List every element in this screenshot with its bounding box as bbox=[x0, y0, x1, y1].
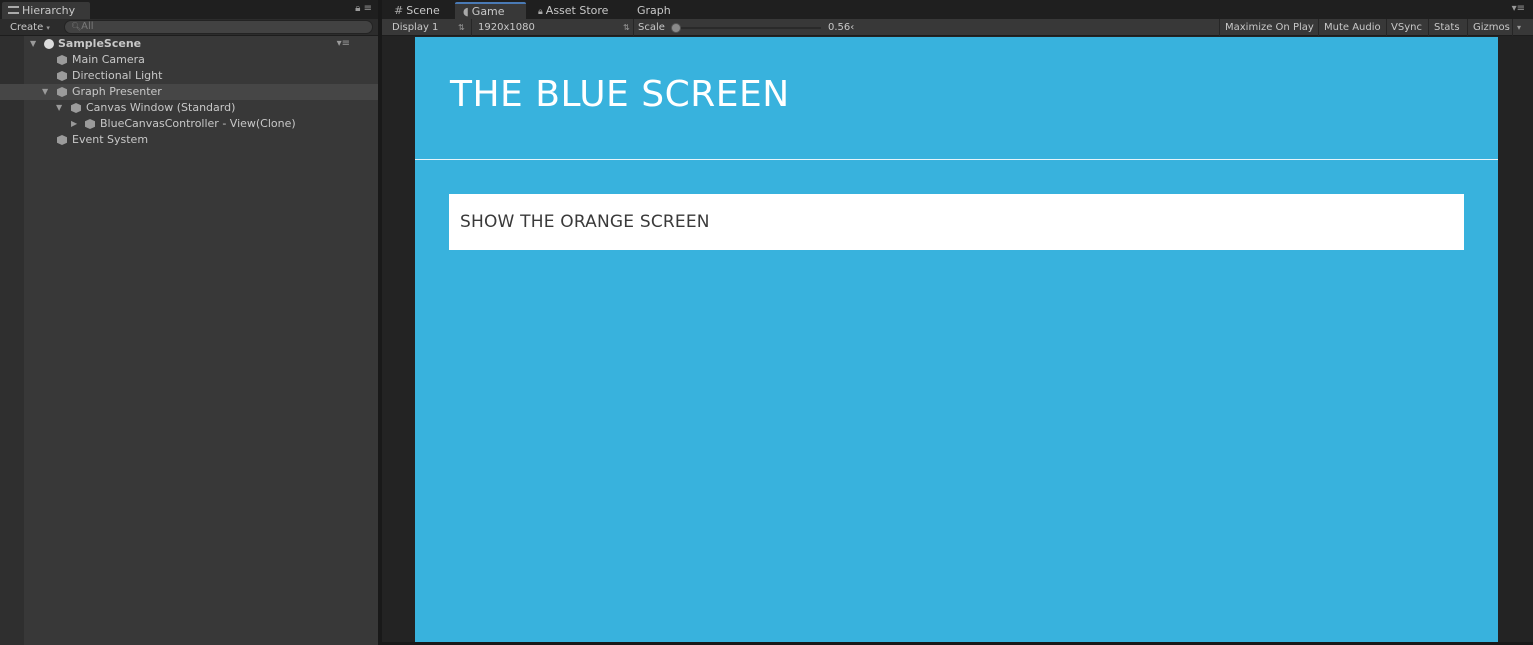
create-label: Create bbox=[10, 22, 44, 33]
tree-item-label: BlueCanvasController - View(Clone) bbox=[100, 117, 296, 130]
tree-item-label: Canvas Window (Standard) bbox=[86, 101, 236, 114]
tab-label: Scene bbox=[406, 4, 440, 17]
gameobject-icon bbox=[57, 87, 67, 97]
gizmos-dropdown[interactable]: Gizmos bbox=[1473, 19, 1510, 36]
tree-item-label: Directional Light bbox=[72, 69, 163, 82]
grid-icon: # bbox=[394, 4, 404, 17]
tree-item-label: Graph Presenter bbox=[72, 85, 162, 98]
search-placeholder: All bbox=[81, 21, 94, 32]
toolbar-separator bbox=[1467, 19, 1468, 36]
mute-audio-toggle[interactable]: Mute Audio bbox=[1324, 19, 1381, 36]
dropdown-arrow-icon: ⇅ bbox=[458, 23, 465, 32]
maximize-on-play-toggle[interactable]: Maximize On Play bbox=[1225, 19, 1314, 36]
resolution-dropdown[interactable]: 1920x1080 bbox=[478, 19, 535, 36]
tab-scene[interactable]: # Scene bbox=[386, 2, 448, 19]
gameobject-icon bbox=[57, 55, 67, 65]
gameobject-icon bbox=[85, 119, 95, 129]
hierarchy-search-input[interactable]: 🔍︎All bbox=[64, 20, 373, 34]
tab-label: Asset Store bbox=[545, 4, 609, 17]
display-dropdown[interactable]: Display 1 bbox=[392, 19, 438, 36]
scale-value: 0.56‹ bbox=[828, 22, 855, 33]
vsync-toggle[interactable]: VSync bbox=[1391, 19, 1422, 36]
hierarchy-toolbar: Create ▾ 🔍︎All bbox=[0, 19, 378, 36]
scale-label: Scale bbox=[638, 22, 665, 33]
hierarchy-tab[interactable]: Hierarchy bbox=[2, 2, 90, 19]
toolbar-separator bbox=[1386, 19, 1387, 36]
hierarchy-panel: Hierarchy 🔒︎ ≡ Create ▾ 🔍︎All ▼ SampleSc… bbox=[0, 0, 378, 645]
tab-asset-store[interactable]: 🔒︎ Asset Store bbox=[530, 2, 616, 19]
tree-item-label: Main Camera bbox=[72, 53, 145, 66]
hierarchy-tree: ▼ SampleScene ▾≡ Main Camera Directional… bbox=[0, 36, 378, 645]
show-orange-screen-button[interactable]: SHOW THE ORANGE SCREEN bbox=[449, 194, 1464, 250]
expand-arrow-icon[interactable]: ▼ bbox=[30, 36, 38, 52]
tree-item-graph-presenter[interactable]: ▼ Graph Presenter bbox=[0, 84, 378, 100]
toolbar-separator bbox=[1512, 19, 1513, 36]
expand-arrow-icon[interactable]: ▼ bbox=[56, 100, 64, 116]
dropdown-arrow-icon: ▾ bbox=[46, 24, 50, 32]
resolution-label: 1920x1080 bbox=[478, 22, 535, 33]
tab-label: Graph bbox=[637, 4, 671, 17]
toolbar-separator bbox=[1428, 19, 1429, 36]
list-icon bbox=[8, 6, 19, 14]
toolbar-separator bbox=[471, 19, 472, 36]
toolbar-separator bbox=[633, 19, 634, 36]
game-toolbar: Display 1 ⇅ 1920x1080 ⇅ Scale 0.56‹ Maxi… bbox=[382, 19, 1533, 36]
collapse-arrow-icon[interactable]: ▶ bbox=[71, 116, 79, 132]
display-label: Display 1 bbox=[392, 22, 439, 33]
gameobject-icon bbox=[57, 71, 67, 81]
panel-menu-icon[interactable]: ≡ bbox=[364, 3, 372, 14]
search-icon: 🔍︎ bbox=[71, 22, 82, 31]
expand-arrow-icon[interactable]: ▼ bbox=[42, 84, 50, 100]
scene-menu-icon[interactable]: ▾≡ bbox=[337, 36, 350, 52]
toolbar-separator bbox=[1219, 19, 1220, 36]
tree-item-label: SampleScene bbox=[58, 37, 142, 50]
dropdown-arrow-icon[interactable]: ▾ bbox=[1517, 19, 1521, 36]
screen-title: THE BLUE SCREEN bbox=[450, 74, 790, 115]
pacman-icon: ◖ bbox=[463, 5, 469, 18]
lock-icon[interactable]: 🔒︎ bbox=[355, 3, 360, 14]
tab-label: Game bbox=[471, 5, 505, 18]
tab-graph[interactable]: Graph bbox=[629, 2, 679, 19]
lock-icon: 🔒︎ bbox=[538, 7, 543, 17]
tree-item-samplescene[interactable]: ▼ SampleScene ▾≡ bbox=[0, 36, 378, 52]
stats-toggle[interactable]: Stats bbox=[1434, 19, 1460, 36]
tree-item-event-system[interactable]: Event System bbox=[0, 132, 378, 148]
create-dropdown[interactable]: Create ▾ bbox=[4, 20, 56, 35]
tree-item-canvas-window[interactable]: ▼ Canvas Window (Standard) bbox=[0, 100, 378, 116]
scale-slider-thumb[interactable] bbox=[671, 23, 681, 33]
tree-item-directional-light[interactable]: Directional Light bbox=[0, 68, 378, 84]
hierarchy-tab-controls: 🔒︎ ≡ bbox=[355, 3, 372, 14]
hierarchy-tabbar: Hierarchy 🔒︎ ≡ bbox=[0, 0, 378, 19]
hierarchy-tab-label: Hierarchy bbox=[22, 4, 76, 17]
tree-item-main-camera[interactable]: Main Camera bbox=[0, 52, 378, 68]
button-label: SHOW THE ORANGE SCREEN bbox=[460, 212, 710, 232]
toolbar-separator bbox=[1318, 19, 1319, 36]
game-tabbar: # Scene ◖ Game 🔒︎ Asset Store Graph ▾≡ bbox=[382, 0, 1533, 19]
tab-game[interactable]: ◖ Game bbox=[455, 2, 526, 19]
gameobject-icon bbox=[71, 103, 81, 113]
tree-item-label: Event System bbox=[72, 133, 149, 146]
gameobject-icon bbox=[57, 135, 67, 145]
game-viewport[interactable]: THE BLUE SCREEN SHOW THE ORANGE SCREEN bbox=[415, 37, 1498, 643]
unity-scene-icon bbox=[44, 39, 54, 49]
dropdown-arrow-icon: ⇅ bbox=[623, 23, 630, 32]
title-divider bbox=[415, 159, 1498, 160]
panel-menu-icon[interactable]: ▾≡ bbox=[1512, 3, 1525, 14]
scale-slider[interactable] bbox=[673, 27, 821, 29]
tree-item-bluecanvascontroller[interactable]: ▶ BlueCanvasController - View(Clone) bbox=[0, 116, 378, 132]
